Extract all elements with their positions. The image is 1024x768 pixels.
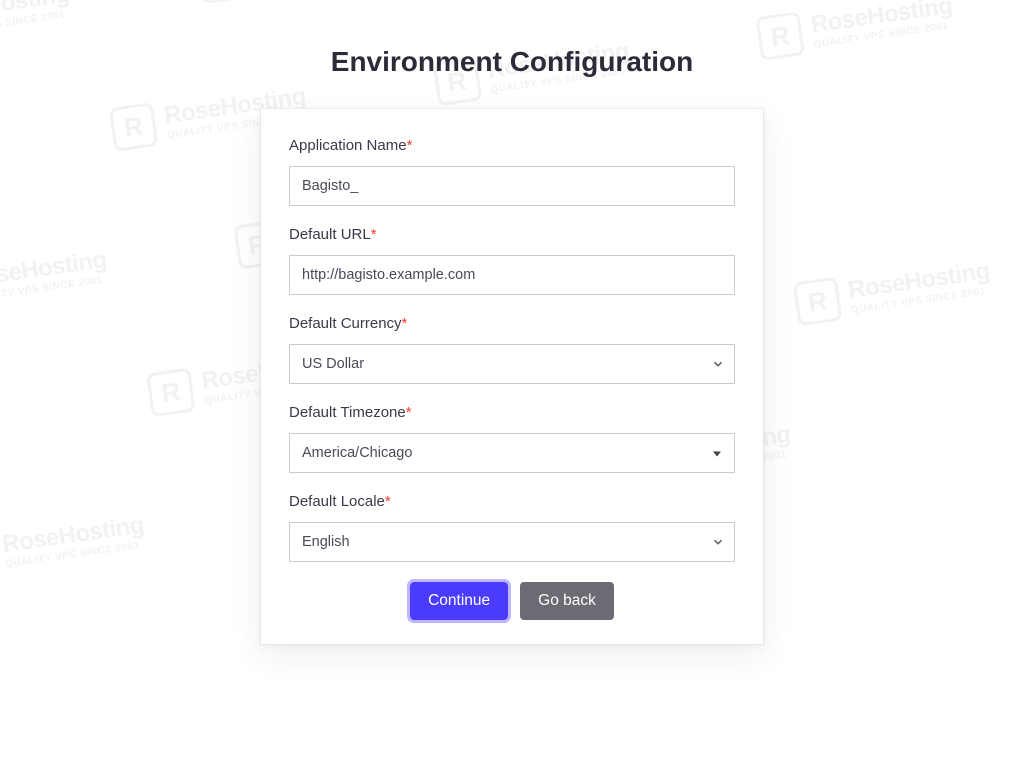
app-name-label: Application Name* (289, 137, 735, 154)
go-back-button[interactable]: Go back (520, 582, 614, 620)
watermark: RRoseHostingQUALITY VPS SINCE 2001 (0, 244, 110, 315)
default-timezone-label: Default Timezone* (289, 404, 735, 421)
default-url-label: Default URL* (289, 226, 735, 243)
default-url-input[interactable] (289, 255, 735, 295)
default-locale-group: Default Locale* English (289, 493, 735, 562)
page-title: Environment Configuration (0, 0, 1024, 78)
config-form-card: Application Name* Default URL* Default C… (260, 108, 764, 645)
default-locale-label: Default Locale* (289, 493, 735, 510)
default-locale-select[interactable]: English (289, 522, 735, 562)
default-currency-select[interactable]: US Dollar (289, 344, 735, 384)
button-row: Continue Go back (289, 582, 735, 620)
default-currency-group: Default Currency* US Dollar (289, 315, 735, 384)
watermark: RRoseHostingQUALITY VPS SINCE 2001 (0, 510, 148, 581)
default-timezone-select[interactable]: America/Chicago (289, 433, 735, 473)
default-url-group: Default URL* (289, 226, 735, 295)
default-timezone-group: Default Timezone* America/Chicago (289, 404, 735, 473)
app-name-input[interactable] (289, 166, 735, 206)
watermark: RRoseHostingQUALITY VPS SINCE 2001 (793, 255, 994, 326)
app-name-group: Application Name* (289, 137, 735, 206)
default-currency-label: Default Currency* (289, 315, 735, 332)
continue-button[interactable]: Continue (410, 582, 508, 620)
